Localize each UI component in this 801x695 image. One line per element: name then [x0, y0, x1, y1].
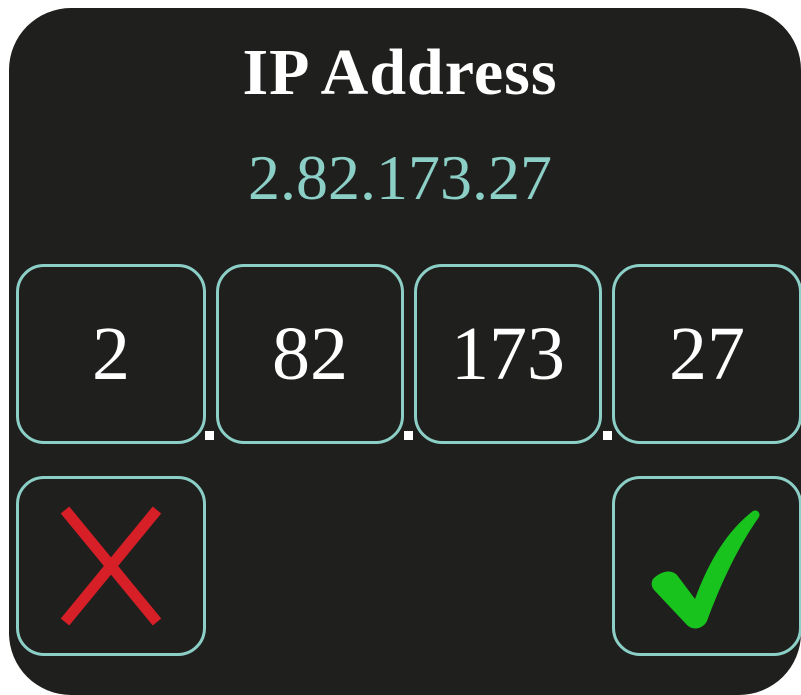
octet-field-1[interactable]: 2: [16, 264, 206, 444]
cancel-button[interactable]: [16, 476, 206, 656]
confirm-button[interactable]: [612, 476, 801, 656]
checkmark-icon: [651, 510, 760, 629]
octet-field-4[interactable]: 27: [612, 264, 801, 444]
octet-value-4: 27: [669, 312, 745, 396]
dialog-title: IP Address: [242, 36, 558, 109]
octet-separator-2: [404, 431, 413, 440]
octet-field-3[interactable]: 173: [414, 264, 602, 444]
octet-value-3: 173: [451, 312, 565, 396]
octet-field-2[interactable]: 82: [216, 264, 404, 444]
octet-value-1: 2: [92, 312, 130, 396]
ip-address-readout: 2.82.173.27: [248, 142, 552, 213]
octet-separator-3: [603, 431, 612, 440]
octet-separator-1: [205, 431, 214, 440]
octet-value-2: 82: [272, 312, 348, 396]
cancel-x-icon: [60, 506, 162, 626]
